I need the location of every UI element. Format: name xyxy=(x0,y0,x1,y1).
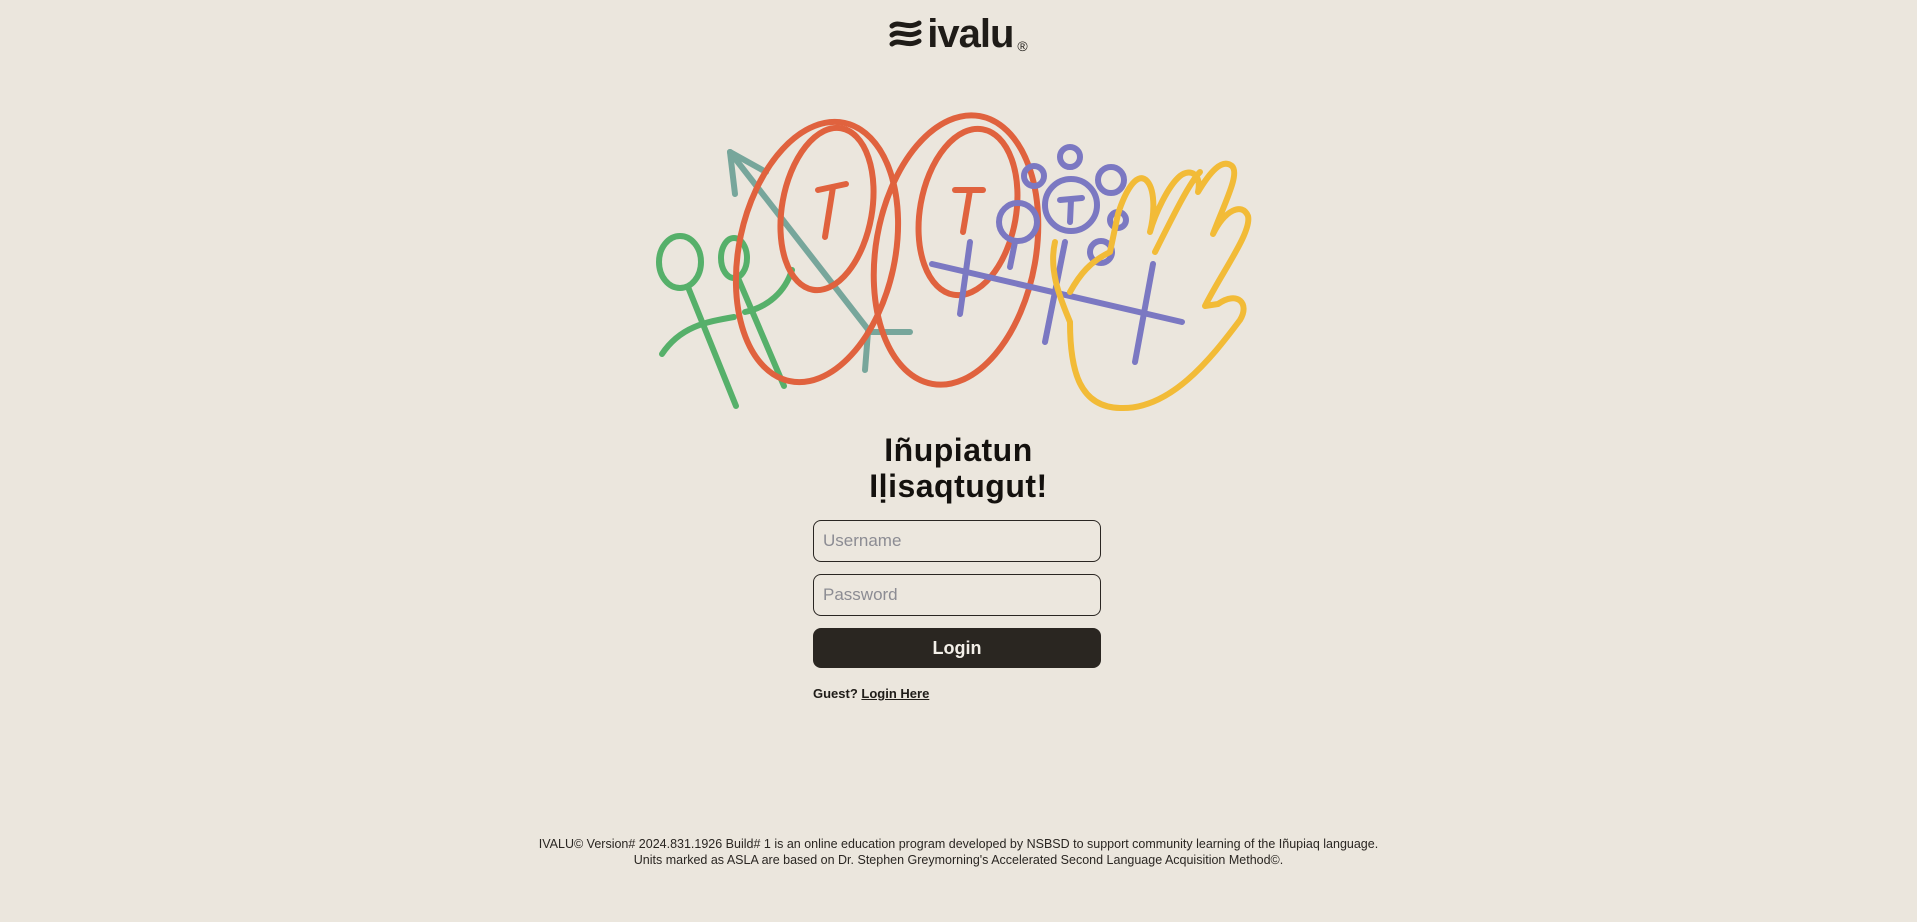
footer-version-line: IVALU© Version# 2024.831.1926 Build# 1 i… xyxy=(538,837,1379,851)
hero-illustration-icon xyxy=(656,112,1252,412)
guest-prompt: Guest? xyxy=(813,686,858,701)
guest-login-row: Guest? Login Here xyxy=(813,686,1101,701)
brand-name: ivalu xyxy=(927,12,1014,56)
title-line-1: Iñupiatun xyxy=(884,432,1033,468)
ivalu-logo-mark-icon xyxy=(889,20,922,47)
login-page: ivalu ® Iñupiatun Iḷisaqtugut! Username … xyxy=(0,0,1917,922)
page-title: Iñupiatun Iḷisaqtugut! xyxy=(0,432,1917,504)
login-form: Login Guest? Login Here xyxy=(813,520,1101,701)
password-input[interactable] xyxy=(813,574,1101,616)
footer-asla-line: Units marked as ASLA are based on Dr. St… xyxy=(633,853,1284,867)
brand-registered-mark: ® xyxy=(1017,38,1028,54)
brand-logo: ivalu ® xyxy=(0,14,1917,54)
username-input[interactable] xyxy=(813,520,1101,562)
guest-login-link[interactable]: Login Here xyxy=(861,686,929,701)
login-button[interactable]: Login xyxy=(813,628,1101,668)
footer: IVALU© Version# 2024.831.1926 Build# 1 i… xyxy=(0,836,1917,868)
title-line-2: Iḷisaqtugut! xyxy=(869,468,1048,504)
